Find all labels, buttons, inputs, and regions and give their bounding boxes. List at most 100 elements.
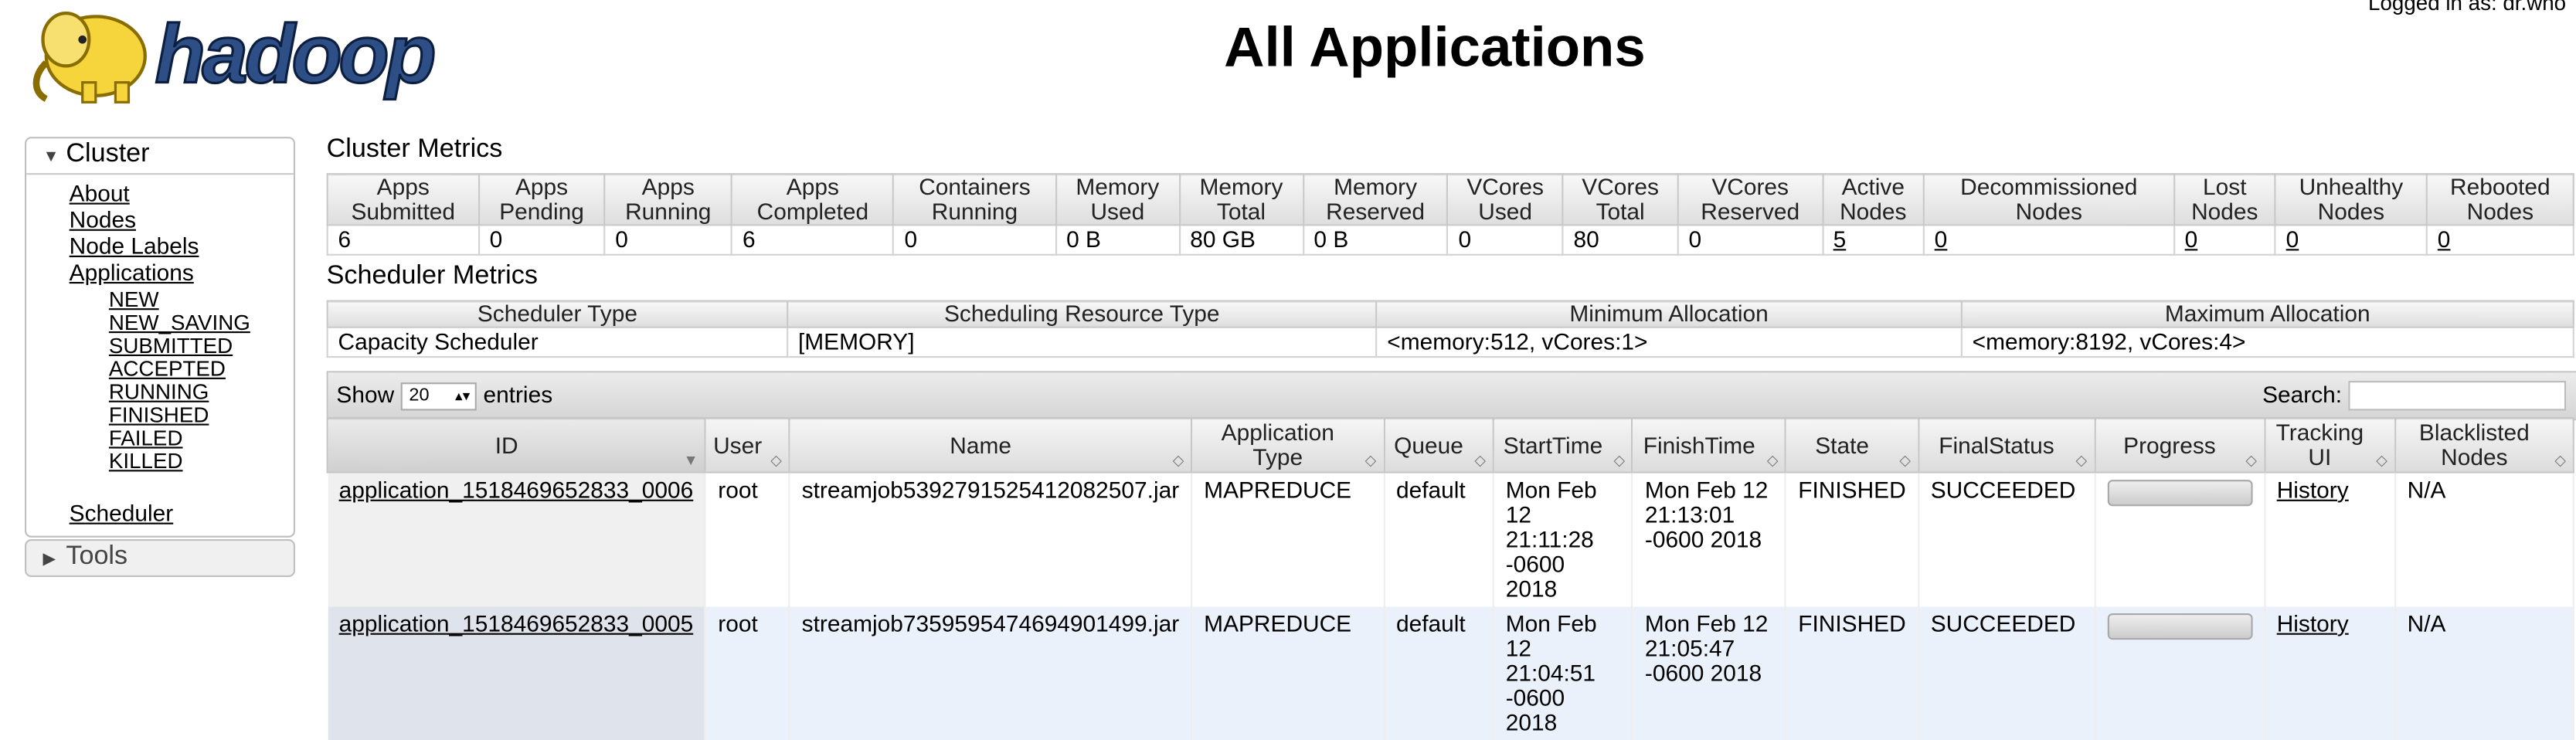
metric-value-vcores-reserved: 0 bbox=[1677, 224, 1823, 256]
sort-icon: ◇ bbox=[1613, 451, 1626, 469]
metric-header-memory-reserved: Memory Reserved bbox=[1302, 173, 1449, 226]
metric-header-vcores-total: VCores Total bbox=[1562, 173, 1679, 226]
column-header-tracking-ui[interactable]: Tracking UI ◇ bbox=[2263, 417, 2396, 474]
nav-state-new[interactable]: NEW bbox=[109, 287, 159, 311]
hadoop-logo[interactable]: hadoop bbox=[23, 0, 491, 106]
app-id-link[interactable]: application_1518469652833_0005 bbox=[327, 606, 707, 740]
column-header-name[interactable]: Name ◇ bbox=[788, 417, 1193, 474]
app-queue: default bbox=[1383, 606, 1494, 740]
nav-state-finished[interactable]: FINISHED bbox=[109, 402, 209, 427]
nav-state-submitted[interactable]: SUBMITTED bbox=[109, 333, 233, 358]
entries-control: Show 20 ▴▾ entries bbox=[336, 381, 552, 411]
metric-header-vcores-used: VCores Used bbox=[1446, 173, 1564, 226]
login-status: Logged in as: dr.who bbox=[2368, 0, 2567, 15]
metric-value-rebooted-nodes[interactable]: 0 bbox=[2425, 224, 2574, 256]
metric-header-decommissioned-nodes: Decommissioned Nodes bbox=[1922, 173, 2175, 226]
app-progress bbox=[2094, 606, 2265, 740]
nav-applications[interactable]: Applications bbox=[70, 259, 194, 285]
scheduler-header-scheduler-type: Scheduler Type bbox=[326, 300, 789, 328]
column-header-id[interactable]: ID ▼ bbox=[326, 417, 707, 474]
app-finish-time: Mon Feb 12 21:05:47 -0600 2018 bbox=[1632, 606, 1787, 740]
column-header-state[interactable]: State ◇ bbox=[1785, 417, 1919, 474]
sort-icon: ◇ bbox=[770, 451, 783, 469]
collapse-triangle-icon: ▼ bbox=[42, 148, 59, 167]
column-header-blacklisted-nodes[interactable]: Blacklisted Nodes ◇ bbox=[2394, 417, 2574, 474]
progress-bar bbox=[2106, 480, 2252, 507]
tracking-ui-link[interactable]: History bbox=[2264, 472, 2396, 607]
metric-header-vcores-reserved: VCores Reserved bbox=[1677, 173, 1823, 226]
metric-value-lost-nodes[interactable]: 0 bbox=[2173, 224, 2276, 256]
app-id-link[interactable]: application_1518469652833_0006 bbox=[327, 472, 707, 607]
progress-bar bbox=[2106, 613, 2252, 640]
nav-state-killed[interactable]: KILLED bbox=[109, 449, 183, 474]
logo-wordmark: hadoop bbox=[155, 8, 434, 100]
metric-header-rebooted-nodes: Rebooted Nodes bbox=[2425, 173, 2574, 226]
elephant-icon bbox=[32, 11, 147, 104]
search-label: Search: bbox=[2262, 381, 2343, 408]
app-queue: default bbox=[1383, 472, 1494, 607]
nav-state-running[interactable]: RUNNING bbox=[109, 379, 209, 404]
column-header-user[interactable]: User ◇ bbox=[705, 417, 790, 474]
app-user: root bbox=[705, 472, 790, 607]
sort-icon: ◇ bbox=[2245, 451, 2258, 469]
metric-header-apps-pending: Apps Pending bbox=[477, 173, 606, 226]
scheduler-value-scheduler-type: Capacity Scheduler bbox=[326, 326, 789, 358]
sort-icon: ◇ bbox=[1474, 451, 1487, 469]
cluster-metrics-title: Cluster Metrics bbox=[326, 135, 503, 164]
app-final-status: SUCCEEDED bbox=[1918, 606, 2095, 740]
nav-node-labels[interactable]: Node Labels bbox=[70, 233, 199, 259]
metric-value-vcores-used: 0 bbox=[1446, 224, 1564, 256]
column-header-application-type[interactable]: Application Type ◇ bbox=[1191, 417, 1385, 474]
scheduler-header-maximum-allocation: Maximum Allocation bbox=[1960, 300, 2574, 328]
cluster-metrics-table: Apps Submitted Apps Pending Apps Running Apps C… bbox=[326, 173, 2574, 256]
nav-state-accepted[interactable]: ACCEPTED bbox=[109, 356, 226, 381]
tools-label: Tools bbox=[66, 542, 128, 571]
column-header-queue[interactable]: Queue ◇ bbox=[1382, 417, 1494, 474]
metric-header-unhealthy-nodes: Unhealthy Nodes bbox=[2274, 173, 2428, 226]
column-header-finishtime[interactable]: FinishTime ◇ bbox=[1631, 417, 1787, 474]
search-input[interactable] bbox=[2348, 381, 2567, 412]
sort-icon: ▼ bbox=[683, 451, 698, 469]
sort-icon: ◇ bbox=[1766, 451, 1779, 469]
app-finish-time: Mon Feb 12 21:13:01 -0600 2018 bbox=[1632, 472, 1787, 607]
entries-select[interactable]: 20 ▴▾ bbox=[400, 382, 477, 411]
scheduler-header-scheduling-resource-type: Scheduling Resource Type bbox=[787, 300, 1378, 328]
sort-icon: ◇ bbox=[2554, 451, 2567, 469]
scheduler-value-maximum-allocation: <memory:8192, vCores:4> bbox=[1960, 326, 2574, 358]
metric-value-decommissioned-nodes[interactable]: 0 bbox=[1922, 224, 2175, 256]
metric-value-memory-total: 80 GB bbox=[1178, 224, 1304, 256]
cluster-header[interactable]: ▼ Cluster bbox=[26, 138, 294, 175]
app-name: streamjob7359595474694901499.jar bbox=[789, 606, 1193, 740]
tools-nav[interactable]: ▶ Tools bbox=[25, 538, 296, 578]
page: hadoop All Applications Logged in as: dr… bbox=[0, 0, 2576, 740]
column-header-finalstatus[interactable]: FinalStatus ◇ bbox=[1917, 417, 2095, 474]
nav-nodes[interactable]: Nodes bbox=[70, 206, 136, 233]
expand-triangle-icon: ▶ bbox=[42, 550, 56, 569]
sort-icon: ◇ bbox=[1899, 451, 1912, 469]
app-name: streamjob5392791525412082507.jar bbox=[789, 472, 1193, 607]
nav-state-failed[interactable]: FAILED bbox=[109, 426, 183, 450]
metric-header-apps-running: Apps Running bbox=[603, 173, 733, 226]
nav-state-new-saving[interactable]: NEW_SAVING bbox=[109, 310, 250, 334]
app-start-time: Mon Feb 12 21:04:51 -0600 2018 bbox=[1493, 606, 1633, 740]
cluster-label: Cluster bbox=[66, 140, 150, 168]
column-header-progress[interactable]: Progress ◇ bbox=[2093, 417, 2265, 474]
app-state: FINISHED bbox=[1786, 606, 1919, 740]
nav-scheduler[interactable]: Scheduler bbox=[70, 500, 174, 526]
search-control: Search: bbox=[2262, 381, 2567, 412]
column-header-starttime[interactable]: StartTime ◇ bbox=[1492, 417, 1633, 474]
nav-about[interactable]: About bbox=[70, 180, 130, 206]
metric-value-unhealthy-nodes[interactable]: 0 bbox=[2274, 224, 2428, 256]
sort-icon: ◇ bbox=[2075, 451, 2088, 469]
app-progress bbox=[2094, 472, 2265, 607]
app-type: MAPREDUCE bbox=[1191, 606, 1385, 740]
tracking-ui-link[interactable]: History bbox=[2264, 606, 2396, 740]
metric-value-active-nodes[interactable]: 5 bbox=[1821, 224, 1925, 256]
metric-value-apps-pending: 0 bbox=[477, 224, 606, 256]
metric-header-apps-completed: Apps Completed bbox=[731, 173, 895, 226]
metric-value-vcores-total: 80 bbox=[1562, 224, 1679, 256]
metric-value-memory-reserved: 0 B bbox=[1302, 224, 1449, 256]
app-user: root bbox=[705, 606, 790, 740]
app-state: FINISHED bbox=[1786, 472, 1919, 607]
applications-table: ID ▼ User ◇ Name ◇ Application Type ◇ Queue ◇ Star… bbox=[326, 417, 2574, 740]
